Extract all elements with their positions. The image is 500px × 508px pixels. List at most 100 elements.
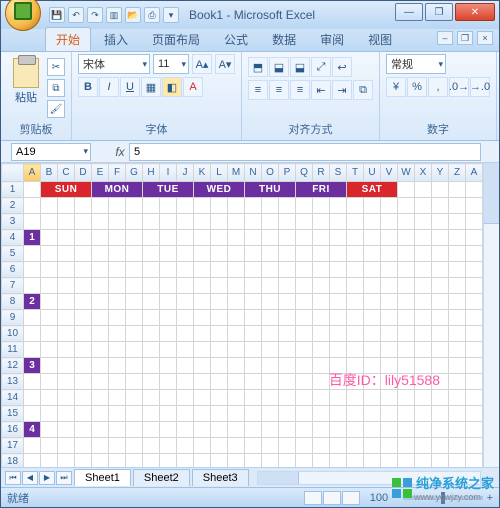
cell[interactable] <box>211 374 228 390</box>
cell[interactable] <box>262 262 279 278</box>
cell[interactable] <box>58 358 75 374</box>
row-header-1[interactable]: 1 <box>2 182 24 198</box>
cell[interactable] <box>109 230 126 246</box>
cell[interactable] <box>364 246 381 262</box>
cell[interactable]: 1 <box>24 230 41 246</box>
cell[interactable] <box>92 454 109 468</box>
cell[interactable] <box>109 374 126 390</box>
cell[interactable] <box>313 342 330 358</box>
cell[interactable] <box>364 406 381 422</box>
tab-formulas[interactable]: 公式 <box>213 27 259 51</box>
cell[interactable] <box>194 326 211 342</box>
cell[interactable] <box>109 262 126 278</box>
cell[interactable] <box>415 374 432 390</box>
cell[interactable] <box>41 326 58 342</box>
cell[interactable] <box>109 326 126 342</box>
cell[interactable] <box>330 246 347 262</box>
cell[interactable] <box>211 230 228 246</box>
cell[interactable] <box>466 278 483 294</box>
cell[interactable] <box>415 246 432 262</box>
font-color-button[interactable]: A <box>183 77 203 97</box>
day-header-wed[interactable]: WED <box>194 182 245 198</box>
cell[interactable] <box>364 342 381 358</box>
cell[interactable] <box>245 198 262 214</box>
cell[interactable] <box>398 262 415 278</box>
cell[interactable] <box>228 438 245 454</box>
cell[interactable] <box>58 422 75 438</box>
cell[interactable] <box>160 422 177 438</box>
cell[interactable] <box>194 278 211 294</box>
cell[interactable] <box>449 198 466 214</box>
col-header-S[interactable]: S <box>330 164 347 182</box>
cell[interactable] <box>109 358 126 374</box>
sheet-tab-1[interactable]: Sheet1 <box>74 469 131 486</box>
cell[interactable] <box>364 230 381 246</box>
cell[interactable] <box>41 358 58 374</box>
cell[interactable] <box>126 294 143 310</box>
border-button[interactable]: ▦ <box>141 77 161 97</box>
cell[interactable] <box>330 198 347 214</box>
cell[interactable] <box>160 198 177 214</box>
cell[interactable] <box>381 214 398 230</box>
cell[interactable] <box>58 294 75 310</box>
cell[interactable] <box>347 230 364 246</box>
cell[interactable] <box>177 310 194 326</box>
cell[interactable] <box>296 198 313 214</box>
cell[interactable] <box>381 198 398 214</box>
cell[interactable] <box>381 390 398 406</box>
cell[interactable] <box>245 438 262 454</box>
cell[interactable] <box>160 358 177 374</box>
cell[interactable] <box>466 358 483 374</box>
cell[interactable] <box>296 246 313 262</box>
align-right[interactable]: ≡ <box>290 80 310 100</box>
cell[interactable] <box>92 214 109 230</box>
cell[interactable] <box>398 230 415 246</box>
indent-inc[interactable]: ⇥ <box>332 80 352 100</box>
cell[interactable] <box>313 214 330 230</box>
cell[interactable] <box>126 278 143 294</box>
cell[interactable] <box>398 326 415 342</box>
align-middle[interactable]: ⬓ <box>269 57 289 77</box>
cell[interactable] <box>398 182 415 198</box>
cell[interactable] <box>228 278 245 294</box>
cell[interactable] <box>177 326 194 342</box>
row-header-17[interactable]: 17 <box>2 438 24 454</box>
cell[interactable] <box>296 214 313 230</box>
cell[interactable] <box>211 198 228 214</box>
cell[interactable] <box>75 374 92 390</box>
sheet-nav-last[interactable]: ⏭ <box>56 471 72 485</box>
cell[interactable] <box>432 454 449 468</box>
cell[interactable] <box>58 406 75 422</box>
qat-print[interactable]: ⎙ <box>144 7 160 23</box>
cell[interactable] <box>398 390 415 406</box>
cell[interactable] <box>245 294 262 310</box>
row-header-10[interactable]: 10 <box>2 326 24 342</box>
sheet-nav-next[interactable]: ▶ <box>39 471 55 485</box>
cell[interactable] <box>262 278 279 294</box>
cell[interactable] <box>415 198 432 214</box>
col-header-C[interactable]: C <box>58 164 75 182</box>
cell[interactable] <box>245 326 262 342</box>
cell[interactable] <box>75 294 92 310</box>
cell[interactable] <box>75 214 92 230</box>
cell[interactable] <box>449 454 466 468</box>
cell[interactable] <box>296 230 313 246</box>
view-break[interactable] <box>342 491 360 505</box>
cell[interactable] <box>262 406 279 422</box>
number-format-combo[interactable]: 常规 <box>386 54 446 74</box>
cell[interactable] <box>432 246 449 262</box>
cell[interactable] <box>449 262 466 278</box>
row-header-3[interactable]: 3 <box>2 214 24 230</box>
cell[interactable] <box>279 230 296 246</box>
cell[interactable] <box>347 406 364 422</box>
cell[interactable] <box>330 406 347 422</box>
cell[interactable] <box>381 262 398 278</box>
cell[interactable] <box>415 454 432 468</box>
cell[interactable] <box>381 230 398 246</box>
cell[interactable] <box>347 358 364 374</box>
cell[interactable] <box>211 246 228 262</box>
qat-more[interactable]: ▾ <box>163 7 179 23</box>
qat-open[interactable]: 📂 <box>125 7 141 23</box>
cell[interactable] <box>381 310 398 326</box>
cell[interactable] <box>432 230 449 246</box>
